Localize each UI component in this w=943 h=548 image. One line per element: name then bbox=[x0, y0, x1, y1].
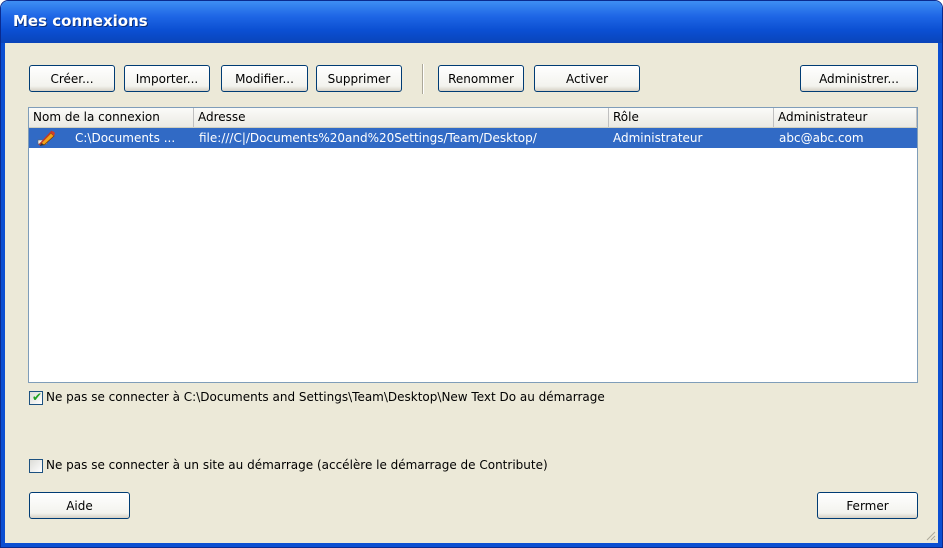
help-button[interactable]: Aide bbox=[29, 492, 130, 519]
no-connect-current-checkbox[interactable]: ✔ bbox=[29, 390, 43, 405]
window-frame-left bbox=[1, 43, 5, 547]
row-role: Administrateur bbox=[613, 131, 703, 145]
pencil-site-icon bbox=[37, 130, 55, 146]
import-button[interactable]: Importer... bbox=[124, 65, 210, 92]
modify-button[interactable]: Modifier... bbox=[221, 65, 308, 92]
toolbar-separator bbox=[422, 64, 424, 94]
title-bar[interactable]: Mes connexions bbox=[1, 1, 942, 43]
column-header-administrator[interactable]: Administrateur bbox=[774, 108, 917, 127]
no-connect-site-checkbox[interactable] bbox=[29, 459, 43, 473]
column-header-address[interactable]: Adresse bbox=[194, 108, 609, 127]
no-connect-current-label: Ne pas se connecter à C:\Documents and S… bbox=[46, 390, 605, 404]
table-row[interactable]: C:\Documents ... file:///C|/Documents%20… bbox=[29, 128, 917, 148]
row-connection-name: C:\Documents ... bbox=[75, 131, 176, 145]
connections-dialog: Mes connexions Créer... Importer... Modi… bbox=[0, 0, 943, 548]
column-header-name[interactable]: Nom de la connexion bbox=[29, 108, 194, 127]
column-header-role[interactable]: Rôle bbox=[609, 108, 774, 127]
administer-button[interactable]: Administrer... bbox=[800, 65, 918, 92]
activate-button[interactable]: Activer bbox=[534, 65, 640, 92]
list-header: Nom de la connexion Adresse Rôle Adminis… bbox=[29, 108, 917, 128]
create-button[interactable]: Créer... bbox=[29, 65, 115, 92]
no-connect-site-label: Ne pas se connecter à un site au démarra… bbox=[46, 458, 548, 472]
delete-button[interactable]: Supprimer bbox=[316, 65, 402, 92]
window-frame-bottom bbox=[1, 543, 942, 547]
rename-button[interactable]: Renommer bbox=[438, 65, 524, 92]
checkmark-icon: ✔ bbox=[32, 390, 43, 404]
resize-grip-icon[interactable] bbox=[924, 529, 936, 541]
row-administrator: abc@abc.com bbox=[779, 131, 864, 145]
dialog-title: Mes connexions bbox=[13, 12, 148, 30]
row-address: file:///C|/Documents%20and%20Settings/Te… bbox=[199, 131, 537, 145]
close-button[interactable]: Fermer bbox=[817, 492, 918, 519]
window-frame-right bbox=[938, 43, 942, 547]
connections-list[interactable]: Nom de la connexion Adresse Rôle Adminis… bbox=[28, 107, 918, 383]
